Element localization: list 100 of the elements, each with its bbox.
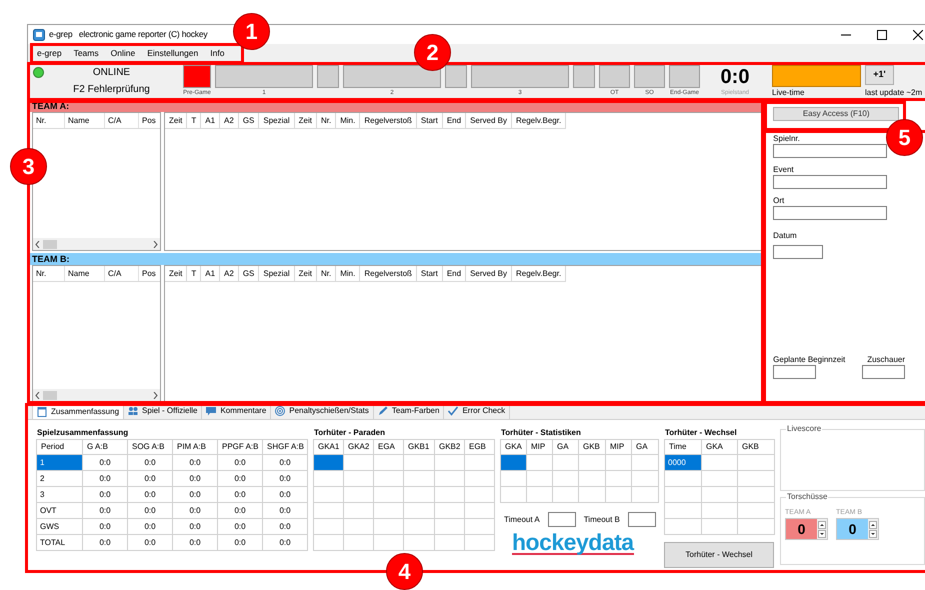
stage-button[interactable] [471,65,569,88]
table-cell[interactable] [404,470,434,486]
easy-access-button[interactable]: Easy Access (F10) [773,107,900,121]
table-cell[interactable]: 0:0 [82,470,128,486]
table-cell[interactable] [464,534,494,550]
stage-button[interactable] [445,65,467,88]
column-header[interactable]: A2 [220,266,239,282]
table-cell[interactable] [738,454,774,470]
table-cell[interactable]: 0:0 [82,534,128,550]
text-field[interactable] [862,365,905,379]
column-header[interactable]: Start [416,266,443,282]
table-cell[interactable] [702,518,738,534]
column-header[interactable]: T [187,113,202,129]
table-cell[interactable]: TOTAL [36,534,82,550]
table-cell[interactable] [344,470,374,486]
column-header[interactable]: A1 [201,113,220,129]
table-cell[interactable]: 0:0 [82,502,128,518]
table-cell[interactable] [738,470,774,486]
table-cell[interactable]: 0:0 [172,518,218,534]
table-cell[interactable] [464,454,494,470]
table-cell[interactable] [632,454,658,470]
stage-button[interactable] [573,65,595,88]
table-cell[interactable]: 0:0 [172,502,218,518]
table-cell[interactable] [664,518,702,534]
scrollbar-thumb[interactable] [43,240,57,248]
table-cell[interactable] [464,518,494,534]
column-header[interactable]: GKA1 [314,440,344,454]
text-field[interactable] [773,144,888,158]
table-cell[interactable] [404,518,434,534]
table-cell[interactable]: 0:0 [218,454,262,470]
goalie-change-button[interactable]: Torhüter - Wechsel [664,542,774,568]
table-cell[interactable]: 0:0 [262,470,308,486]
stage-button[interactable] [634,65,665,88]
table-cell[interactable] [314,470,344,486]
table-cell[interactable] [738,502,774,518]
table-cell[interactable] [702,470,738,486]
table-cell[interactable] [374,534,404,550]
column-header[interactable]: Regelv.Begr. [512,113,566,129]
table-cell[interactable] [314,454,344,470]
table-cell[interactable] [374,470,404,486]
table-cell[interactable] [374,518,404,534]
column-header[interactable]: GKA [500,440,526,454]
table-cell[interactable]: 1 [36,454,82,470]
menu-item[interactable]: Online [110,47,136,60]
table-cell[interactable] [702,486,738,502]
column-header[interactable]: End [442,113,466,129]
number-spinner[interactable]: 0 [785,518,828,540]
table-cell[interactable]: GWS [36,518,82,534]
table-cell[interactable] [664,502,702,518]
column-header[interactable]: Name [65,266,105,281]
table-cell[interactable] [344,454,374,470]
table-cell[interactable] [526,470,552,486]
column-header[interactable]: A1 [201,266,220,282]
table-cell[interactable] [552,454,578,470]
table-cell[interactable] [578,470,606,486]
table-cell[interactable] [404,454,434,470]
table-cell[interactable] [374,486,404,502]
scrollbar-thumb[interactable] [43,390,57,400]
table-cell[interactable]: 0:0 [172,486,218,502]
stage-button[interactable] [215,65,313,88]
table-cell[interactable] [374,454,404,470]
column-header[interactable]: Regelverstoß [360,266,417,282]
table-cell[interactable] [606,454,632,470]
stage-button[interactable] [317,65,339,88]
table-cell[interactable] [434,518,464,534]
column-header[interactable]: A2 [220,113,239,129]
table-cell[interactable] [434,470,464,486]
table-cell[interactable]: 0:0 [218,486,262,502]
text-field[interactable] [773,206,888,220]
horizontal-scrollbar[interactable] [33,238,160,250]
column-header[interactable]: Nr. [316,266,336,282]
table-cell[interactable]: 0:0 [82,486,128,502]
column-header[interactable]: Nr. [33,113,65,128]
table-cell[interactable] [404,486,434,502]
table-cell[interactable]: 0:0 [218,518,262,534]
table-cell[interactable]: 0:0 [82,454,128,470]
table-cell[interactable] [434,502,464,518]
table-cell[interactable] [702,454,738,470]
column-header[interactable]: Zeit [165,113,188,129]
column-header[interactable]: Period [36,440,82,454]
table-cell[interactable] [632,486,658,502]
table-cell[interactable] [344,518,374,534]
table-cell[interactable] [344,534,374,550]
column-header[interactable]: Regelverstoß [360,113,417,129]
text-field[interactable] [773,365,816,379]
number-spinner[interactable]: 0 [836,518,879,540]
table-cell[interactable] [632,470,658,486]
table-cell[interactable]: 0:0 [262,534,308,550]
column-header[interactable]: T [187,266,202,282]
column-header[interactable]: Start [416,113,443,129]
column-header[interactable]: Served By [466,266,512,282]
column-header[interactable]: Min. [336,266,360,282]
table-cell[interactable]: 0:0 [128,470,172,486]
table-cell[interactable] [526,454,552,470]
table-cell[interactable]: 0:0 [172,470,218,486]
stage-button[interactable] [599,65,630,88]
table-cell[interactable] [500,470,526,486]
table-cell[interactable]: 0:0 [128,534,172,550]
table-cell[interactable] [314,534,344,550]
stage-button[interactable] [669,65,700,88]
